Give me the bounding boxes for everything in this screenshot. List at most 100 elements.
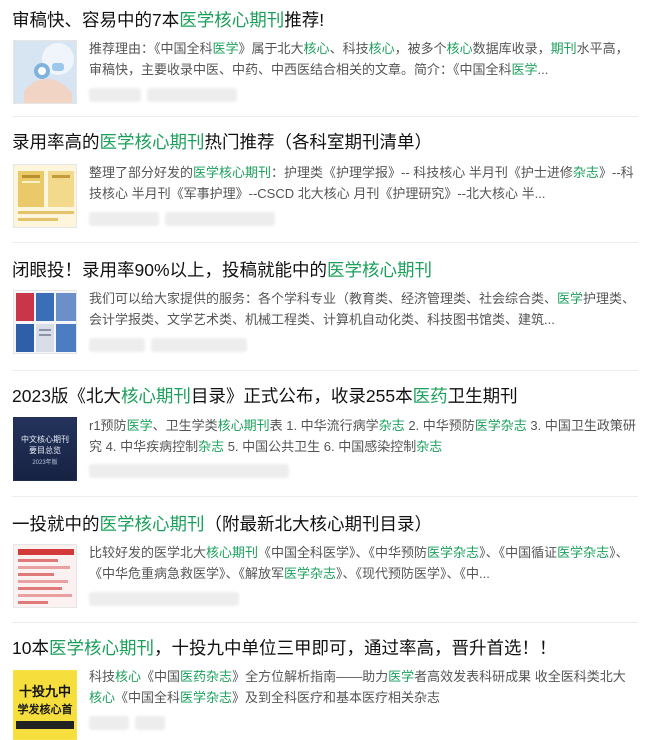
text-segment: 审稿快、容易中的7本 (12, 10, 180, 30)
divider (12, 496, 638, 497)
text-segment: ：护理类《护理学报》-- 科技核心 半月刊《护士进修 (271, 165, 573, 180)
text-segment: ... (537, 62, 549, 77)
highlight-keyword: 医学 (126, 418, 153, 433)
highlight-keyword: 医药杂志 (180, 669, 233, 684)
divider (12, 242, 638, 243)
text-segment: 比较好发的医学北大 (89, 545, 207, 560)
text-segment: 一投就中的 (12, 514, 100, 534)
highlight-keyword: 核心期刊 (206, 545, 259, 560)
highlight-keyword: 杂志 (198, 439, 225, 454)
text-segment: 》全方位解析指南——助力 (232, 669, 389, 684)
result-title[interactable]: 审稿快、容易中的7本医学核心期刊推荐! (12, 8, 324, 32)
result-description: 推荐理由：《中国全科医学》属于北大核心、科技核心，被多个核心数据库收录，期刊水平… (89, 38, 637, 80)
text-segment: （附最新北大核心期刊目录） (204, 514, 433, 534)
result-description: 我们可以给大家提供的服务：各个学科专业（教育类、经济管理类、社会综合类、医学护理… (89, 288, 637, 330)
divider (12, 370, 638, 371)
result-title[interactable]: 一投就中的医学核心期刊（附最新北大核心期刊目录） (12, 512, 432, 536)
highlight-keyword: 核心期刊 (120, 386, 191, 406)
highlight-keyword: 医学核心期刊 (327, 260, 433, 280)
text-segment: 录用率高的 (12, 132, 100, 152)
book-cover-subtitle: 要目总览 (29, 446, 61, 455)
highlight-keyword: 核心 (115, 669, 142, 684)
text-segment: 整理了部分好发的 (89, 165, 194, 180)
highlight-keyword: 期刊 (550, 41, 577, 56)
journal-list-icon (14, 545, 76, 607)
highlight-keyword: 医学 (557, 291, 584, 306)
text-segment: 2. 中华预防 (404, 418, 475, 433)
text-segment: 》属于北大 (238, 41, 304, 56)
highlight-keyword: 杂志 (378, 418, 405, 433)
promo-banner-line1: 十投九中 (18, 684, 71, 699)
highlight-keyword: 核心 (446, 41, 473, 56)
journal-covers-icon (14, 165, 76, 227)
text-segment: 2023版《北大 (12, 386, 121, 406)
book-cover-title: 中文核心期刊 (21, 435, 69, 444)
promo-banner-line2: 学发核心首 (17, 704, 73, 716)
highlight-keyword: 核心 (368, 41, 395, 56)
text-segment: 者高效发表科研成果 收全医科类北大 (414, 669, 626, 684)
result-thumbnail[interactable]: 中文核心期刊 要目总览 2023年版 (13, 417, 77, 481)
highlight-keyword: 医学杂志 (474, 418, 527, 433)
result-source-blurred (89, 338, 247, 352)
text-segment: 10本 (12, 638, 49, 658)
divider (12, 116, 638, 117)
result-source-blurred (89, 716, 165, 730)
result-source-blurred (89, 88, 237, 102)
text-segment: 闭眼投！录用率90%以上，投稿就能中的 (12, 260, 328, 280)
text-segment: 5. 中国公共卫生 6. 中国感染控制 (224, 439, 417, 454)
text-segment: 推荐理由：《中国全科 (89, 41, 213, 56)
text-segment: 、科技 (329, 41, 369, 56)
highlight-keyword: 杂志 (416, 439, 443, 454)
highlight-keyword: 医学杂志 (180, 690, 233, 705)
result-description: r1预防医学、卫生学类核心期刊表 1. 中华流行病学杂志 2. 中华预防医学杂志… (89, 415, 637, 457)
highlight-keyword: 医学杂志 (284, 566, 337, 581)
result-thumbnail[interactable] (13, 290, 77, 354)
highlight-keyword: 医学杂志 (557, 545, 610, 560)
text-segment: 》及到全科医疗和基本医疗相关杂志 (232, 690, 441, 705)
text-segment: 》、《中国循证 (479, 545, 558, 560)
highlight-keyword: 医学 (511, 62, 538, 77)
divider (12, 622, 638, 623)
highlight-keyword: 医学杂志 (427, 545, 480, 560)
result-description: 比较好发的医学北大核心期刊《中国全科医学》、《中华预防医学杂志》、《中国循证医学… (89, 542, 637, 584)
result-title[interactable]: 闭眼投！录用率90%以上，投稿就能中的医学核心期刊 (12, 258, 432, 282)
result-thumbnail[interactable] (13, 164, 77, 228)
text-segment: 《中国全科 (115, 690, 181, 705)
text-segment: 、卫生学类 (152, 418, 218, 433)
highlight-keyword: 杂志 (572, 165, 599, 180)
text-segment: 科技 (89, 669, 116, 684)
highlight-keyword: 医学核心期刊 (179, 10, 285, 30)
result-source-blurred (89, 592, 239, 606)
highlight-keyword: 医学核心期刊 (193, 165, 272, 180)
text-segment: ，被多个 (394, 41, 447, 56)
text-segment: 》、《现代预防医学》、《中... (336, 566, 490, 581)
result-description: 科技核心《中国医药杂志》全方位解析指南——助力医学者高效发表科研成果 收全医科类… (89, 666, 637, 708)
highlight-keyword: 核心 (303, 41, 330, 56)
text-segment: 推荐! (284, 10, 325, 30)
highlight-keyword: 医学核心期刊 (99, 514, 205, 534)
text-segment: 表 1. 中华流行病学 (269, 418, 379, 433)
result-thumbnail[interactable]: 十投九中 学发核心首 (13, 670, 77, 740)
text-segment: ，十投九中单位三甲即可，通过率高，晋升首选！！ (153, 638, 557, 658)
result-source-blurred (89, 212, 275, 226)
result-description: 整理了部分好发的医学核心期刊：护理类《护理学报》-- 科技核心 半月刊《护士进修… (89, 162, 637, 204)
result-title[interactable]: 录用率高的医学核心期刊热门推荐（各科室期刊清单） (12, 130, 432, 154)
result-title[interactable]: 2023版《北大核心期刊目录》正式公布，收录255本医药卫生期刊 (12, 384, 518, 408)
result-source-blurred (89, 464, 289, 478)
highlight-keyword: 医药 (412, 386, 448, 406)
journal-collage-icon (14, 291, 76, 353)
result-title[interactable]: 10本医学核心期刊，十投九中单位三甲即可，通过率高，晋升首选！！ (12, 636, 556, 660)
text-segment: 《中国 (141, 669, 181, 684)
result-thumbnail[interactable] (13, 40, 77, 104)
text-segment: 数据库收录， (472, 41, 551, 56)
text-segment: 热门推荐（各科室期刊清单） (204, 132, 433, 152)
highlight-keyword: 医学 (212, 41, 239, 56)
text-segment: 《中国全科医学》、《中华预防 (258, 545, 428, 560)
highlight-keyword: 核心 (89, 690, 116, 705)
book-cover-edition: 2023年版 (32, 460, 58, 466)
medical-hand-icon (14, 41, 76, 103)
highlight-keyword: 核心期刊 (217, 418, 270, 433)
text-segment: 我们可以给大家提供的服务：各个学科专业（教育类、经济管理类、社会综合类、 (89, 291, 558, 306)
text-segment: 目录》正式公布，收录255本 (190, 386, 413, 406)
result-thumbnail[interactable] (13, 544, 77, 608)
